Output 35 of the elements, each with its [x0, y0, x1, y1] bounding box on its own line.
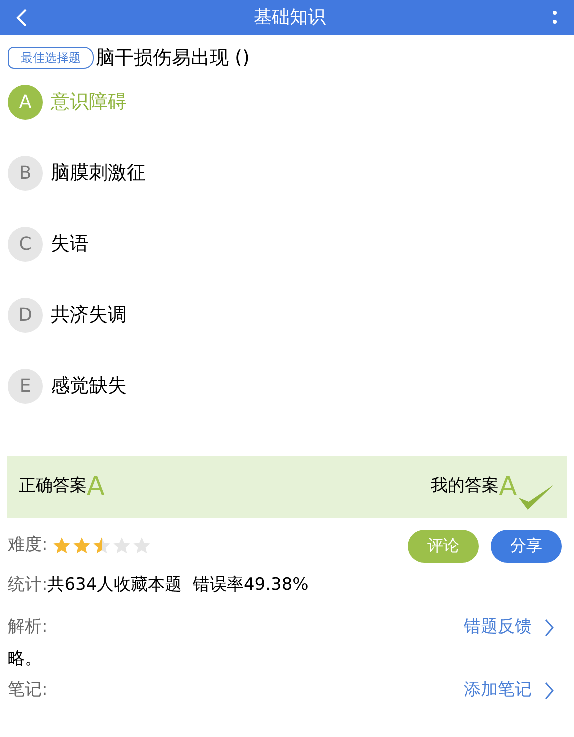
option-letter[interactable]: C [8, 226, 43, 262]
share-button[interactable]: 分享 [491, 530, 562, 562]
option-text: 失语 [51, 232, 89, 257]
correct-answer-letter: A [87, 474, 105, 500]
option-text: 脑膜刺激征 [51, 160, 146, 186]
option-letter[interactable]: E [8, 368, 43, 404]
notes-label: 笔记: [8, 679, 48, 702]
star-icon [52, 536, 72, 556]
analysis-text: 略。 [7, 648, 43, 670]
add-note-link[interactable]: 添加笔记 [464, 678, 566, 704]
comment-button[interactable]: 评论 [408, 530, 479, 562]
option-text: 感觉缺失 [51, 374, 127, 399]
my-answer-letter: A [499, 474, 517, 500]
star-icon [72, 536, 92, 556]
page-title: 基础知识 [254, 6, 326, 30]
question-text: 脑干损伤易出现 () [96, 46, 250, 71]
option-letter[interactable]: B [8, 156, 43, 190]
back-icon[interactable] [16, 8, 28, 28]
star-icon [112, 536, 132, 556]
question-type-tag: 最佳选择题 [8, 47, 94, 70]
star-icon [92, 536, 112, 556]
correct-answer-label: 正确答案 [19, 475, 87, 498]
chevron-right-icon [544, 618, 554, 637]
stats-label: 统计: [8, 574, 48, 596]
star-icon [132, 536, 152, 556]
error-feedback-link[interactable]: 错题反馈 [464, 615, 566, 640]
option-text: 意识障碍 [51, 90, 127, 115]
option-text: 共济失调 [51, 302, 127, 328]
stats-text: 共634人收藏本题 错误率49.38% [48, 574, 309, 596]
option-letter[interactable]: A [8, 84, 43, 120]
difficulty-label: 难度: [8, 534, 48, 558]
analysis-label: 解析: [8, 616, 48, 639]
chevron-right-icon [544, 682, 554, 700]
my-answer-label: 我的答案 [431, 475, 500, 498]
option-letter[interactable]: D [8, 298, 43, 332]
